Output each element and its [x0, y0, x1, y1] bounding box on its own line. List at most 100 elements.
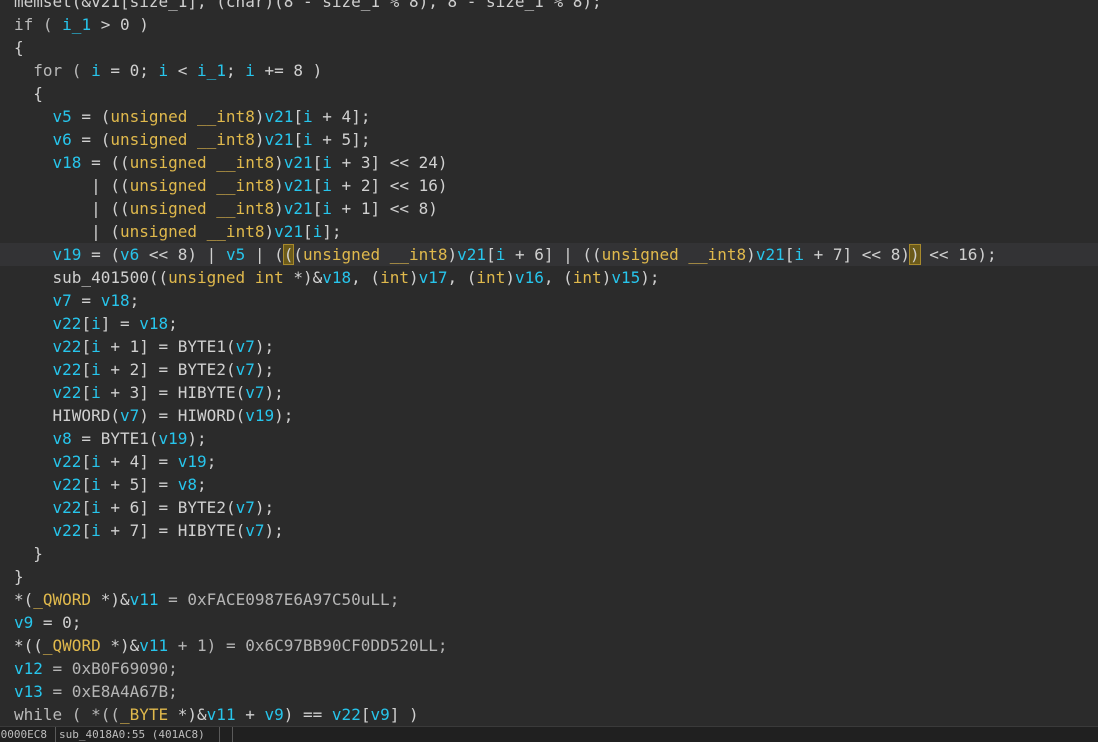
code-token: ) [274, 153, 284, 172]
status-offset: 00000EC8 [0, 727, 56, 742]
code-token: i_1 [62, 15, 92, 34]
code-token: i [303, 130, 313, 149]
code-line[interactable]: *(_QWORD *)&v11 = 0xFACE0987E6A97C50uLL; [14, 588, 399, 611]
code-line[interactable]: v22[i + 1] = BYTE1(v7); [14, 335, 275, 358]
code-line[interactable]: v9 = 0; [14, 611, 81, 634]
code-line[interactable]: } [14, 542, 43, 565]
code-line[interactable]: v8 = BYTE1(v19); [14, 427, 207, 450]
matched-paren: ( [282, 244, 295, 265]
code-token: > 0 ) [91, 15, 149, 34]
code-token: + 7] << 8) [804, 245, 910, 264]
code-line[interactable]: v19 = (v6 << 8) | v5 | (((unsigned __int… [14, 243, 997, 266]
code-line[interactable]: v7 = v18; [14, 289, 140, 312]
code-token: v16 [514, 268, 544, 287]
code-token: v21 [283, 176, 313, 195]
code-line[interactable]: { [14, 36, 24, 59]
code-line[interactable]: v22[i + 3] = HIBYTE(v7); [14, 381, 284, 404]
code-line[interactable]: v22[i + 6] = BYTE2(v7); [14, 496, 275, 519]
pseudocode-view[interactable]: memset(&v21[size_1], (char)(8 - size_1 %… [0, 0, 1098, 726]
code-token: i [91, 521, 101, 540]
code-token: v6 [119, 245, 140, 264]
code-token: v22 [52, 337, 82, 356]
code-token: += 8 ) [254, 61, 323, 80]
code-token: v21 [274, 222, 304, 241]
code-token: + 2] = BYTE2( [100, 360, 236, 379]
code-token: = 0xB0F69090; [42, 659, 178, 678]
code-line[interactable]: | ((unsigned __int8)v21[i + 1] << 8) [14, 197, 438, 220]
code-line[interactable]: v6 = (unsigned __int8)v21[i + 5]; [14, 128, 371, 151]
code-token: ) [505, 268, 515, 287]
code-token: ; [168, 314, 178, 333]
code-token: , ( [447, 268, 477, 287]
code-token: + 1] = BYTE1( [100, 337, 236, 356]
code-token: *)& [168, 705, 207, 724]
code-line[interactable]: for ( i = 0; i < i_1; i += 8 ) [14, 59, 322, 82]
code-token: , ( [543, 268, 573, 287]
code-token: + 6] = BYTE2( [100, 498, 236, 517]
code-line[interactable]: if ( i_1 > 0 ) [14, 13, 149, 36]
code-token: ); [254, 360, 275, 379]
code-token: << 8) | [139, 245, 226, 264]
code-token: v6 [52, 130, 72, 149]
code-token: ) [408, 268, 419, 287]
code-line[interactable]: v12 = 0xB0F69090; [14, 657, 178, 680]
code-token: ; [225, 61, 246, 80]
code-token: _QWORD [33, 590, 92, 609]
code-token: = ( [71, 107, 111, 126]
code-token: unsigned __int8 [601, 245, 747, 264]
code-line[interactable]: v22[i + 7] = HIBYTE(v7); [14, 519, 284, 542]
code-token: [ [81, 360, 92, 379]
code-line[interactable]: v18 = ((unsigned __int8)v21[i + 3] << 24… [14, 151, 448, 174]
code-token: ); [254, 337, 275, 356]
code-token: v12 [14, 659, 43, 678]
code-line[interactable]: { [14, 82, 43, 105]
code-token: unsigned int [168, 268, 284, 287]
code-line[interactable]: | (unsigned __int8)v21[i]; [14, 220, 342, 243]
code-token: + 3] << 24) [331, 153, 448, 172]
code-line[interactable]: HIWORD(v7) = HIWORD(v19); [14, 404, 294, 427]
code-line[interactable]: *((_QWORD *)&v11 + 1) = 0x6C97BB90CF0DD5… [14, 634, 448, 657]
code-line[interactable]: v22[i + 2] = BYTE2(v7); [14, 358, 275, 381]
code-token: v7 [235, 498, 255, 517]
code-token: v17 [418, 268, 448, 287]
code-token: v7 [52, 291, 72, 310]
code-line[interactable]: v13 = 0xE8A4A67B; [14, 680, 178, 703]
code-token: { [14, 84, 43, 103]
code-line[interactable]: while ( *((_BYTE *)&v11 + v9) == v22[v9]… [14, 703, 419, 726]
code-token: ) [447, 245, 458, 264]
code-line[interactable]: memset(&v21[size_1], (char)(8 - size_1 %… [14, 0, 602, 13]
code-token: *)& [100, 636, 140, 655]
code-line[interactable]: v5 = (unsigned __int8)v21[i + 4]; [14, 105, 371, 128]
code-token: ); [640, 268, 660, 287]
code-token: v15 [611, 268, 641, 287]
code-line[interactable]: } [14, 565, 24, 588]
code-token: v19 [177, 452, 207, 471]
code-token: i [303, 107, 313, 126]
code-token: ]; [322, 222, 342, 241]
code-token: ); [264, 383, 284, 402]
code-token: i [495, 245, 506, 264]
code-token: unsigned __int8 [129, 199, 275, 218]
code-token: v22 [52, 498, 82, 517]
code-token: ); [254, 498, 275, 517]
code-token: v7 [245, 521, 265, 540]
code-line[interactable]: sub_401500((unsigned int *)&v18, (int)v1… [14, 266, 660, 289]
code-token: int [476, 268, 506, 287]
code-token: v18 [100, 291, 130, 310]
code-line[interactable]: v22[i] = v18; [14, 312, 178, 335]
code-token: ); [274, 406, 294, 425]
code-line[interactable]: v22[i + 5] = v8; [14, 473, 207, 496]
code-line[interactable]: v22[i + 4] = v19; [14, 450, 217, 473]
code-token: [ [293, 107, 304, 126]
code-token: v22 [52, 314, 82, 333]
code-line[interactable]: | ((unsigned __int8)v21[i + 2] << 16) [14, 174, 447, 197]
code-token: int [380, 268, 409, 287]
code-token: [ [486, 245, 496, 264]
